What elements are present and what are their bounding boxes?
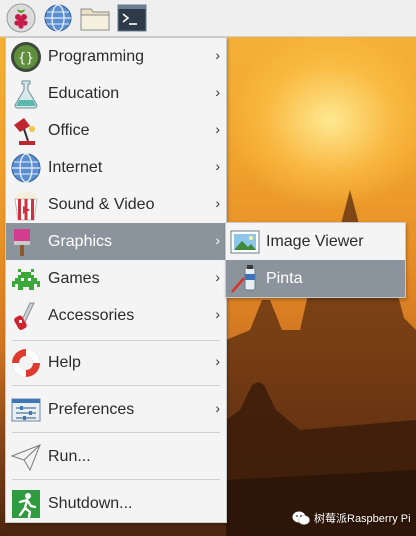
paper-plane-icon [10, 443, 41, 471]
menu-item-shutdown[interactable]: Shutdown... [6, 485, 226, 522]
chevron-right-icon: › [215, 306, 220, 322]
menu-item-run[interactable]: Run... [6, 438, 226, 475]
exit-icon [12, 489, 40, 518]
menu-item-label: Programming [48, 47, 145, 65]
settings-panel-icon [11, 398, 41, 421]
flask-icon [14, 80, 38, 108]
menu-item-games[interactable]: Games › [6, 260, 226, 297]
chevron-right-icon: › [215, 269, 220, 285]
web-browser-button[interactable] [42, 2, 74, 34]
menu-item-label: Help [48, 353, 81, 371]
menu-item-accessories[interactable]: Accessories › [6, 297, 226, 334]
menu-separator [12, 340, 220, 341]
submenu-item-label: Image Viewer [266, 232, 364, 250]
file-manager-button[interactable] [79, 2, 111, 34]
paint-tube-icon [231, 264, 256, 293]
menu-item-label: Shutdown... [48, 494, 133, 512]
pocket-knife-icon [14, 302, 35, 330]
svg-text:{}: {} [18, 51, 34, 66]
graphics-submenu: Image Viewer Pinta [225, 222, 406, 298]
menu-separator [12, 385, 220, 386]
terminal-icon [117, 4, 147, 32]
chevron-right-icon: › [215, 353, 220, 369]
raspberry-menu-button[interactable] [5, 2, 37, 34]
menu-item-graphics[interactable]: Graphics › [6, 223, 226, 260]
submenu-item-pinta[interactable]: Pinta [226, 260, 405, 297]
lifebuoy-icon [12, 348, 40, 377]
menu-item-label: Accessories [48, 306, 135, 324]
chevron-right-icon: › [215, 195, 220, 211]
wechat-icon [292, 511, 310, 525]
raspberry-icon [6, 3, 36, 33]
menu-item-label: Internet [48, 158, 103, 176]
office-icon [14, 117, 35, 145]
menu-item-programming[interactable]: {} Programming › [6, 38, 226, 75]
menu-item-label: Games [48, 269, 100, 287]
programming-icon: {} [11, 41, 41, 72]
chevron-right-icon: › [215, 232, 220, 248]
paintbrush-icon [14, 228, 30, 256]
watermark-text: 树莓派Raspberry Pi [314, 513, 411, 525]
menu-item-internet[interactable]: Internet › [6, 149, 226, 186]
globe-icon [11, 152, 41, 183]
menu-item-label: Sound & Video [48, 195, 155, 213]
menu-item-label: Office [48, 121, 90, 139]
image-viewer-icon [230, 230, 260, 253]
chevron-right-icon: › [215, 47, 220, 63]
menu-item-sound-video[interactable]: Sound & Video › [6, 186, 226, 223]
menu-item-education[interactable]: Education › [6, 75, 226, 112]
chevron-right-icon: › [215, 400, 220, 416]
space-invader-icon [12, 268, 40, 290]
submenu-item-image-viewer[interactable]: Image Viewer [226, 223, 405, 260]
globe-icon [44, 4, 72, 32]
menu-item-office[interactable]: Office › [6, 112, 226, 149]
menu-item-label: Run... [48, 447, 91, 465]
chevron-right-icon: › [215, 158, 220, 174]
folder-icon [80, 8, 110, 31]
terminal-button[interactable] [116, 2, 148, 34]
menu-item-label: Graphics [48, 232, 113, 250]
menu-item-label: Preferences [48, 400, 135, 418]
menu-item-preferences[interactable]: Preferences › [6, 391, 226, 428]
menu-separator [12, 432, 220, 433]
application-menu: {} Programming › Education › Office › In… [5, 37, 227, 523]
menu-item-help[interactable]: Help › [6, 344, 226, 381]
chevron-right-icon: › [215, 84, 220, 100]
taskbar [0, 0, 416, 37]
popcorn-icon [14, 190, 38, 220]
menu-item-label: Education [48, 84, 120, 102]
submenu-item-label: Pinta [266, 269, 303, 287]
menu-separator [12, 479, 220, 480]
watermark: 树莓派Raspberry Pi [292, 508, 411, 528]
chevron-right-icon: › [215, 121, 220, 137]
